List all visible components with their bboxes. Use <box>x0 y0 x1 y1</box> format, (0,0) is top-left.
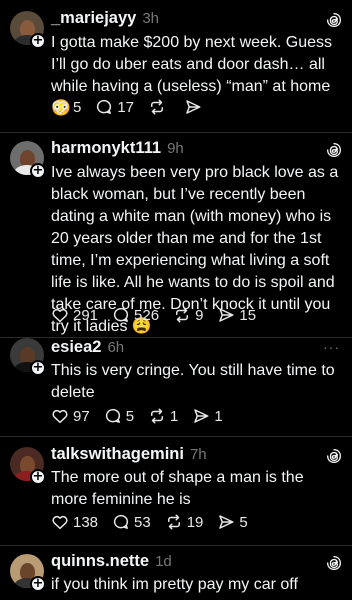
action-bar: 5 17 <box>51 97 220 117</box>
repost-icon <box>148 98 166 116</box>
share-count: 15 <box>239 306 257 324</box>
heart-icon <box>51 407 69 425</box>
post-harmonykt111[interactable]: + harmonykt111 9h Ive always been very p… <box>0 133 352 337</box>
threads-logo-icon[interactable] <box>326 142 342 158</box>
follow-plus-icon[interactable]: + <box>30 576 46 592</box>
like-button[interactable]: 5 <box>51 98 81 116</box>
repost-button[interactable]: 1 <box>148 407 178 425</box>
timestamp: 7h <box>189 446 207 463</box>
reply-button[interactable]: 53 <box>112 513 151 531</box>
repost-icon <box>173 306 191 324</box>
heart-icon <box>51 306 69 324</box>
reply-button[interactable]: 5 <box>104 407 134 425</box>
reply-icon <box>112 306 130 324</box>
post-quinns-nette[interactable]: + quinns.nette 1d if you think im pretty… <box>0 546 352 600</box>
threads-logo-icon[interactable] <box>326 12 342 28</box>
reply-count: 17 <box>117 98 135 116</box>
like-button[interactable]: 138 <box>51 513 98 531</box>
threads-logo-icon[interactable] <box>326 555 342 571</box>
repost-button[interactable]: 9 <box>173 306 203 324</box>
follow-plus-icon[interactable]: + <box>30 163 46 179</box>
share-button[interactable]: 5 <box>217 513 248 531</box>
action-bar: 291 526 9 15 <box>51 305 270 325</box>
follow-plus-icon[interactable]: + <box>30 360 46 376</box>
share-button[interactable]: 15 <box>217 306 256 324</box>
timestamp: 3h <box>142 10 160 27</box>
post-esiea2[interactable]: + esiea2 6h ··· This is very cringe. You… <box>0 338 352 436</box>
post-text: if you think im pretty pay my car off <box>51 576 298 593</box>
username[interactable]: _mariejayy <box>51 9 136 28</box>
like-count: 138 <box>73 513 99 531</box>
follow-plus-icon[interactable]: + <box>30 33 46 49</box>
share-icon <box>217 306 235 324</box>
share-icon <box>217 513 235 531</box>
username[interactable]: esiea2 <box>51 338 101 357</box>
timestamp: 9h <box>167 140 184 157</box>
post-talkswithagemini[interactable]: + talkswithagemini 7h The more out of sh… <box>0 437 352 545</box>
action-bar: 138 53 19 5 <box>51 512 262 532</box>
share-icon <box>192 407 210 425</box>
post-mariejayy[interactable]: + _mariejayy 3h I gotta make $200 by nex… <box>0 0 352 132</box>
repost-button[interactable]: 19 <box>165 513 204 531</box>
repost-count: 9 <box>195 306 204 324</box>
like-count: 291 <box>73 306 99 324</box>
like-button[interactable]: 291 <box>51 306 98 324</box>
share-button[interactable] <box>184 98 206 116</box>
action-bar: 97 5 1 1 <box>51 406 237 426</box>
like-button[interactable]: 97 <box>51 407 90 425</box>
more-options-icon[interactable]: ··· <box>323 339 340 355</box>
repost-count: 19 <box>186 513 204 531</box>
username[interactable]: talkswithagemini <box>51 445 184 464</box>
share-count: 5 <box>239 513 248 531</box>
post-text: The more out of shape a man is the more … <box>51 469 304 508</box>
heart-icon <box>51 513 69 531</box>
username[interactable]: harmonykt111 <box>51 139 161 158</box>
reply-count: 526 <box>134 306 160 324</box>
timestamp: 6h <box>107 339 125 356</box>
share-count: 1 <box>214 407 223 425</box>
share-button[interactable]: 1 <box>192 407 223 425</box>
reply-button[interactable]: 526 <box>112 306 159 324</box>
timestamp: 1d <box>155 553 172 570</box>
username[interactable]: quinns.nette <box>51 552 149 571</box>
share-icon <box>184 98 202 116</box>
heart-icon <box>51 98 69 116</box>
reply-count: 53 <box>134 513 151 531</box>
post-text: This is very cringe. You still have time… <box>51 362 335 401</box>
repost-count: 1 <box>170 407 179 425</box>
like-count: 97 <box>73 407 90 425</box>
reply-icon <box>112 513 130 531</box>
repost-button[interactable] <box>148 98 170 116</box>
reply-icon <box>95 98 113 116</box>
like-count: 5 <box>73 98 82 116</box>
reply-icon <box>104 407 122 425</box>
repost-icon <box>165 513 183 531</box>
follow-plus-icon[interactable]: + <box>30 469 46 485</box>
reply-button[interactable]: 17 <box>95 98 134 116</box>
repost-icon <box>148 407 166 425</box>
reply-count: 5 <box>125 407 135 425</box>
threads-logo-icon[interactable] <box>326 448 342 464</box>
